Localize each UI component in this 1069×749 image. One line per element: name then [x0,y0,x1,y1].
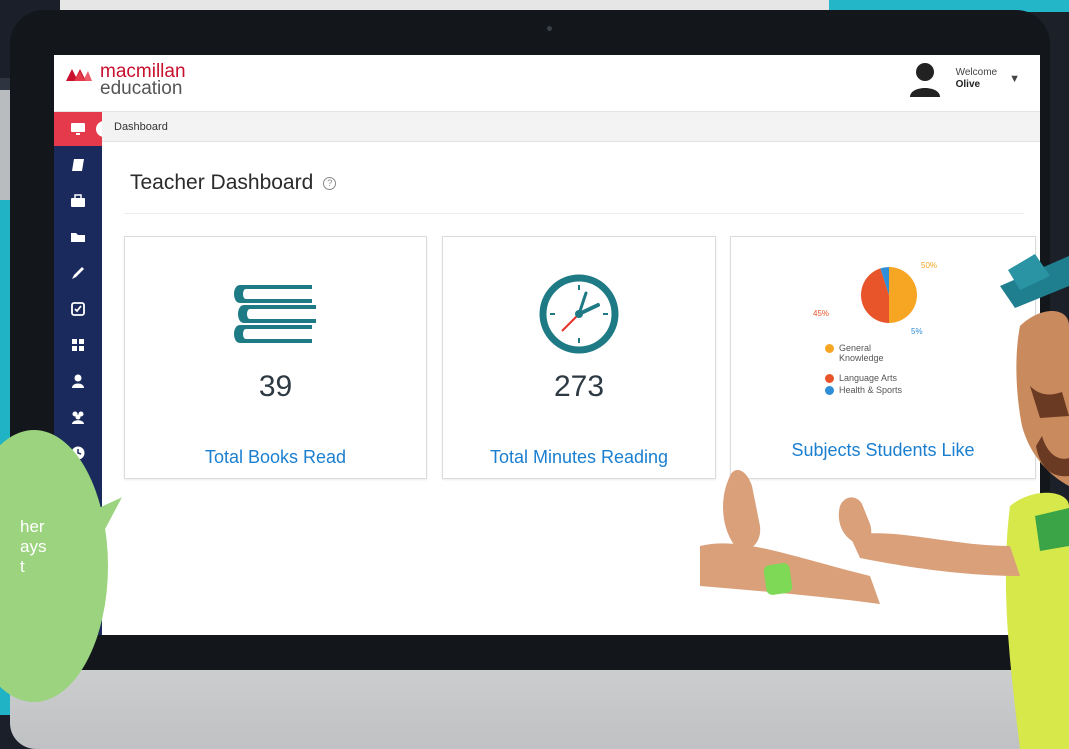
avatar-icon [909,63,940,97]
sidebar-item-dashboard[interactable] [54,112,108,146]
divider [124,213,1024,214]
folder-icon [71,233,85,242]
camera-dot [547,26,552,31]
breadcrumb: Dashboard [102,112,1040,142]
brand-logo[interactable]: macmillan education [64,62,186,99]
sidebar-item-briefcase[interactable] [54,184,102,218]
sidebar-item-users[interactable] [54,400,102,434]
macmillan-logo-icon [66,69,92,81]
users-icon [72,411,84,424]
monitor-icon [71,123,85,135]
bubble-line: ays [20,537,47,556]
sidebar-item-user[interactable] [54,364,102,398]
grid-icon [72,339,84,351]
minutes-reading-value: 273 [553,370,605,403]
page-title: Teacher Dashboard ? [130,171,337,195]
checkbox-icon [71,302,85,316]
speech-bubble-text: her ays t [20,517,46,577]
help-icon[interactable]: ? [323,176,337,190]
chevron-down-icon[interactable]: ▼ [1009,73,1020,85]
cartoon-character-illustration [700,254,1069,749]
page-title-text: Teacher Dashboard [130,171,314,194]
sidebar-item-edit[interactable] [54,256,102,290]
books-read-label[interactable]: Total Books Read [125,447,426,468]
minutes-reading-card[interactable]: 273 Total Minutes Reading [442,236,716,479]
sidebar-item-tasks[interactable] [54,292,102,326]
books-read-card[interactable]: 39 Total Books Read [124,236,427,479]
briefcase-icon [71,194,85,207]
book-icon [72,159,84,171]
books-icon [233,285,316,343]
pencil-icon [72,267,84,279]
clock-icon [539,274,619,354]
minutes-reading-label[interactable]: Total Minutes Reading [443,447,715,468]
user-icon [72,374,84,388]
books-read-value: 39 [258,370,293,403]
breadcrumb-item[interactable]: Dashboard [114,121,168,133]
sidebar-item-books[interactable] [54,148,102,182]
sidebar-item-folder[interactable] [54,220,102,254]
user-name: Olive [955,79,981,90]
bubble-line: t [20,557,25,576]
bubble-line: her [20,517,45,536]
sidebar-item-grid[interactable] [54,328,102,362]
top-header: macmillan education Welcome Olive ▼ [54,55,1040,112]
brand-subname: education [100,78,183,99]
welcome-label: Welcome [955,67,998,78]
user-menu[interactable]: Welcome Olive ▼ [908,61,1020,97]
